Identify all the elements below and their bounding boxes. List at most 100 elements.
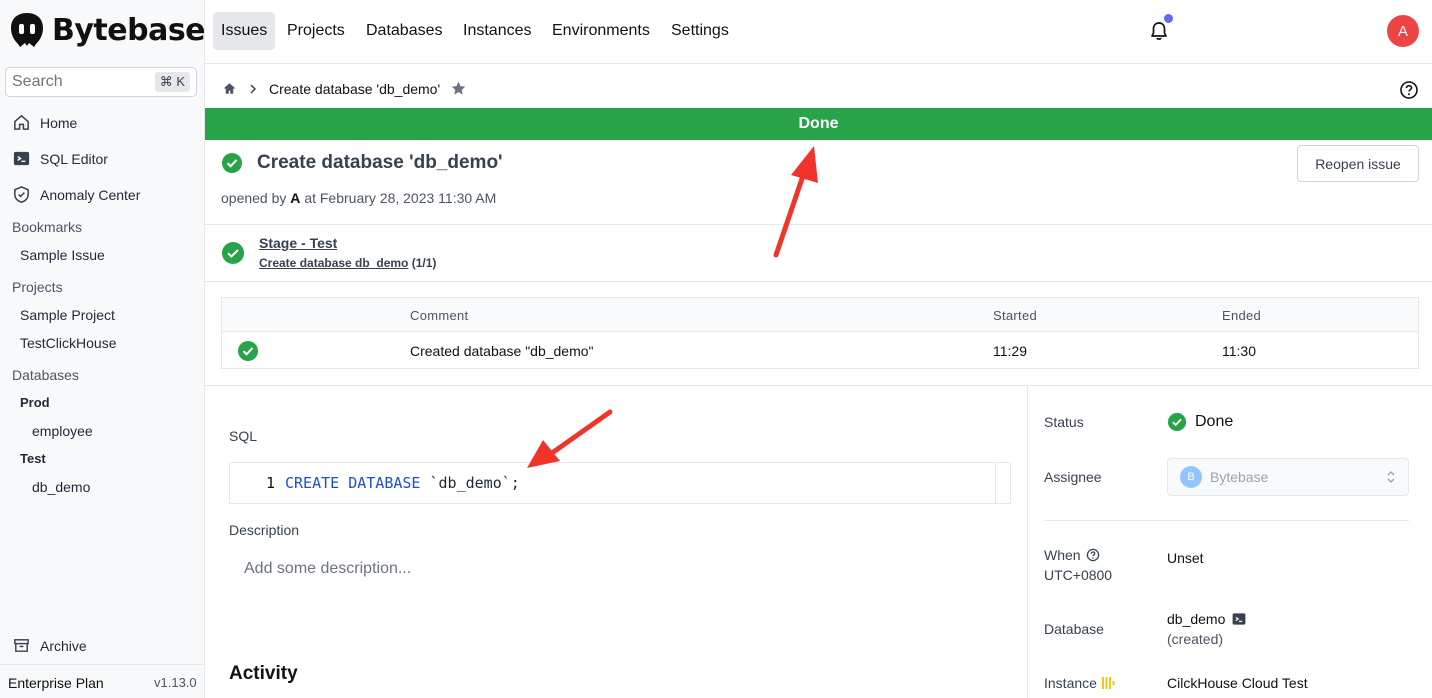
instance-label-group: Instance (1044, 675, 1117, 691)
tab-databases[interactable]: Databases (358, 12, 451, 50)
sidebar-item-label: SQL Editor (40, 150, 108, 167)
stage-task-link[interactable]: Create database db_demo (259, 256, 408, 270)
stage-title[interactable]: Stage - Test (259, 235, 436, 251)
when-label: When (1044, 547, 1081, 563)
table-cell-started: 11:29 (993, 343, 1027, 359)
instance-label: Instance (1044, 675, 1097, 691)
column-header-started: Started (993, 308, 1038, 323)
sidebar-item-label: Archive (40, 637, 87, 654)
sql-keyword: CREATE DATABASE (285, 474, 421, 492)
env-test-label[interactable]: Test (20, 451, 46, 466)
check-circle-icon (1167, 412, 1187, 432)
instance-value[interactable]: CilckHouse Cloud Test (1167, 675, 1308, 691)
stage-progress: (1/1) (411, 256, 437, 270)
activity-heading: Activity (229, 663, 298, 684)
brand-name: Bytebase (52, 12, 206, 48)
opened-by: A (290, 190, 301, 206)
env-prod-label[interactable]: Prod (20, 395, 50, 410)
sidebar-item-testclickhouse[interactable]: TestClickHouse (20, 335, 116, 351)
divider (205, 281, 1432, 282)
sql-label: SQL (229, 428, 258, 444)
check-circle-icon (222, 242, 244, 264)
status-label: Status (1044, 414, 1084, 430)
database-note: (created) (1167, 631, 1224, 647)
description-input[interactable]: Add some description... (244, 560, 411, 578)
tab-environments[interactable]: Environments (544, 12, 658, 50)
star-icon[interactable] (450, 80, 467, 97)
database-value-group: db_demo (1167, 611, 1247, 627)
column-header-ended: Ended (1222, 308, 1262, 323)
sidebar-item-label: Home (40, 114, 78, 131)
plan-label[interactable]: Enterprise Plan (8, 675, 104, 691)
terminal-icon (13, 151, 30, 166)
when-timezone: UTC+0800 (1044, 567, 1113, 583)
when-label-group: When (1044, 547, 1100, 563)
tab-settings[interactable]: Settings (663, 12, 737, 50)
assignee-label: Assignee (1044, 469, 1102, 485)
divider (205, 224, 1432, 225)
terminal-icon[interactable] (1231, 611, 1247, 627)
version-label: v1.13.0 (154, 675, 197, 690)
stage-task: Create database db_demo (1/1) (259, 256, 436, 270)
arrow-to-sql (527, 409, 613, 468)
bookmarks-heading: Bookmarks (12, 219, 83, 235)
issue-opened-info: opened by A at February 28, 2023 11:30 A… (221, 190, 496, 206)
assignee-select[interactable]: B Bytebase (1167, 458, 1409, 496)
select-arrows-icon (1387, 471, 1395, 483)
database-label: Database (1044, 621, 1104, 637)
status-banner: Done (205, 108, 1432, 140)
issue-header: Create database 'db_demo' (221, 152, 503, 174)
chevron-right-icon (250, 83, 257, 94)
search-shortcut: ⌘ K (154, 72, 190, 92)
when-value[interactable]: Unset (1167, 550, 1204, 566)
brand-logo[interactable]: Bytebase (8, 11, 206, 49)
assignee-value: Bytebase (1210, 469, 1269, 485)
search-input[interactable] (12, 73, 142, 91)
sidebar-item-sample-project[interactable]: Sample Project (20, 307, 115, 323)
sql-rest: `db_demo`; (420, 474, 520, 492)
opened-at: at February 28, 2023 11:30 AM (304, 190, 497, 206)
issue-title[interactable]: Create database 'db_demo' (257, 152, 503, 174)
sidebar-item-anomaly-center[interactable]: Anomaly Center (12, 185, 140, 204)
sql-editor[interactable]: 1 CREATE DATABASE `db_demo`; (229, 462, 1011, 504)
sidebar: Bytebase ⌘ K Home SQL Editor Anomaly Cen… (0, 0, 206, 698)
sidebar-item-employee[interactable]: employee (32, 423, 93, 439)
bytebase-logo-icon (11, 13, 43, 47)
sidebar-item-sql-editor[interactable]: SQL Editor (12, 149, 108, 168)
divider (1044, 520, 1409, 521)
top-navigation: Issues Projects Databases Instances Envi… (205, 0, 1432, 64)
stage-item[interactable]: Stage - Test Create database db_demo (1/… (221, 235, 436, 270)
arrow-to-banner (773, 146, 818, 258)
editor-scrollbar[interactable] (995, 463, 996, 503)
column-header-comment: Comment (410, 308, 469, 323)
search-box[interactable]: ⌘ K (5, 67, 197, 97)
opened-prefix: opened by (221, 190, 287, 206)
bell-icon[interactable] (1148, 20, 1170, 42)
tab-instances[interactable]: Instances (455, 12, 539, 50)
tab-projects[interactable]: Projects (279, 12, 353, 50)
status-text: Done (1195, 413, 1234, 430)
help-icon[interactable] (1086, 548, 1100, 562)
sidebar-item-sample-issue[interactable]: Sample Issue (20, 247, 105, 263)
sidebar-item-archive[interactable]: Archive (12, 636, 87, 655)
line-number: 1 (265, 474, 275, 492)
projects-heading: Projects (12, 279, 63, 295)
task-run-table: Comment Started Ended Created database "… (221, 297, 1419, 369)
reopen-issue-button[interactable]: Reopen issue (1297, 145, 1419, 182)
tab-issues[interactable]: Issues (213, 12, 276, 50)
user-avatar[interactable]: A (1387, 15, 1419, 47)
divider (205, 385, 1432, 386)
home-icon[interactable] (222, 81, 237, 96)
sidebar-item-db-demo[interactable]: db_demo (32, 479, 90, 495)
breadcrumb-current: Create database 'db_demo' (269, 80, 441, 97)
check-circle-icon (222, 153, 242, 173)
status-value: Done (1167, 412, 1233, 432)
clickhouse-icon (1101, 677, 1115, 689)
notification-dot (1164, 14, 1173, 23)
help-icon[interactable] (1399, 80, 1419, 100)
check-circle-icon (238, 341, 258, 361)
home-icon (14, 115, 29, 130)
database-link[interactable]: db_demo (1167, 611, 1225, 627)
sidebar-item-home[interactable]: Home (12, 113, 77, 132)
archive-icon (14, 639, 29, 652)
